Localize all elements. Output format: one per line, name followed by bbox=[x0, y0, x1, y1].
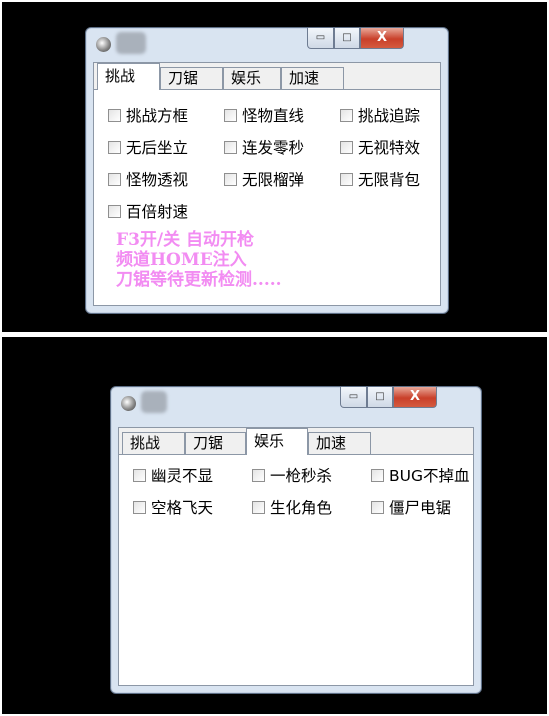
checkbox-item[interactable]: 幽灵不显 bbox=[133, 465, 213, 485]
maximize-button[interactable]: □ bbox=[367, 387, 393, 408]
minimize-button[interactable]: ▭ bbox=[307, 28, 334, 49]
checkbox[interactable] bbox=[133, 468, 146, 482]
cheat-window-2: ▭ □ X 挑战 刀锯 娱乐 加速 幽灵不显 一枪秒杀 BUG不掉血 空格飞天 … bbox=[110, 386, 482, 694]
close-button[interactable]: X bbox=[393, 387, 437, 408]
tab-saw[interactable]: 刀锯 bbox=[160, 67, 223, 89]
checkbox-item[interactable]: 挑战方框 bbox=[108, 105, 188, 125]
checkbox-item[interactable]: 怪物直线 bbox=[224, 105, 304, 125]
app-icon bbox=[121, 396, 136, 411]
checkbox-item[interactable]: 怪物透视 bbox=[108, 169, 188, 189]
checkbox-item[interactable]: 生化角色 bbox=[252, 497, 332, 517]
blurred-title bbox=[141, 391, 167, 413]
checkbox-item[interactable]: 一枪秒杀 bbox=[252, 465, 332, 485]
title-bar[interactable]: ▭ □ X bbox=[86, 28, 448, 58]
top-panel: ▭ □ X 挑战 刀锯 娱乐 加速 挑战方框 怪物直线 挑战追踪 无后坐立 连发… bbox=[2, 2, 547, 332]
tab-strip: 挑战 刀锯 娱乐 加速 bbox=[119, 428, 473, 455]
minimize-button[interactable]: ▭ bbox=[340, 387, 367, 408]
close-button[interactable]: X bbox=[360, 28, 404, 49]
tab-entertainment[interactable]: 娱乐 bbox=[223, 67, 281, 89]
note-line-hotkey: F3开/关 自动开枪 bbox=[116, 230, 255, 250]
checkbox[interactable] bbox=[224, 172, 237, 186]
checkbox[interactable] bbox=[340, 108, 353, 122]
tab-challenge[interactable]: 挑战 bbox=[97, 63, 160, 90]
app-icon bbox=[96, 37, 111, 52]
checkbox[interactable] bbox=[108, 140, 121, 154]
checkbox-item[interactable]: 连发零秒 bbox=[224, 137, 304, 157]
tab-saw[interactable]: 刀锯 bbox=[185, 432, 246, 454]
checkbox[interactable] bbox=[108, 172, 121, 186]
checkbox[interactable] bbox=[340, 140, 353, 154]
cheat-window-1: ▭ □ X 挑战 刀锯 娱乐 加速 挑战方框 怪物直线 挑战追踪 无后坐立 连发… bbox=[85, 27, 449, 314]
client-area: 挑战 刀锯 娱乐 加速 幽灵不显 一枪秒杀 BUG不掉血 空格飞天 生化角色 僵… bbox=[118, 427, 474, 686]
bottom-panel: ▭ □ X 挑战 刀锯 娱乐 加速 幽灵不显 一枪秒杀 BUG不掉血 空格飞天 … bbox=[2, 337, 547, 714]
maximize-button[interactable]: □ bbox=[334, 28, 360, 49]
client-area: 挑战 刀锯 娱乐 加速 挑战方框 怪物直线 挑战追踪 无后坐立 连发零秒 无视特… bbox=[93, 62, 441, 306]
checkbox-item[interactable]: BUG不掉血 bbox=[371, 465, 470, 485]
checkbox[interactable] bbox=[133, 500, 146, 514]
tab-challenge[interactable]: 挑战 bbox=[122, 432, 185, 454]
note-line-inject: 频道HOME注入 bbox=[116, 250, 247, 270]
tab-speed[interactable]: 加速 bbox=[308, 432, 371, 454]
checkbox-item[interactable]: 僵尸电锯 bbox=[371, 497, 451, 517]
checkbox[interactable] bbox=[252, 500, 265, 514]
checkbox[interactable] bbox=[371, 468, 384, 482]
checkbox[interactable] bbox=[340, 172, 353, 186]
checkbox[interactable] bbox=[224, 140, 237, 154]
title-bar[interactable]: ▭ □ X bbox=[111, 387, 481, 417]
checkbox-item[interactable]: 百倍射速 bbox=[108, 201, 188, 221]
checkbox-item[interactable]: 空格飞天 bbox=[133, 497, 213, 517]
checkbox-item[interactable]: 无限榴弹 bbox=[224, 169, 304, 189]
blurred-title bbox=[116, 32, 146, 54]
checkbox[interactable] bbox=[224, 108, 237, 122]
checkbox[interactable] bbox=[371, 500, 384, 514]
tab-entertainment[interactable]: 娱乐 bbox=[246, 428, 308, 455]
checkbox-item[interactable]: 无后坐立 bbox=[108, 137, 188, 157]
checkbox[interactable] bbox=[108, 108, 121, 122]
note-line-update: 刀锯等待更新检测..... bbox=[116, 270, 282, 290]
tab-strip: 挑战 刀锯 娱乐 加速 bbox=[94, 63, 440, 90]
checkbox-item[interactable]: 无视特效 bbox=[340, 137, 420, 157]
checkbox-item[interactable]: 无限背包 bbox=[340, 169, 420, 189]
tab-speed[interactable]: 加速 bbox=[281, 67, 344, 89]
checkbox[interactable] bbox=[108, 204, 121, 218]
checkbox[interactable] bbox=[252, 468, 265, 482]
checkbox-item[interactable]: 挑战追踪 bbox=[340, 105, 420, 125]
